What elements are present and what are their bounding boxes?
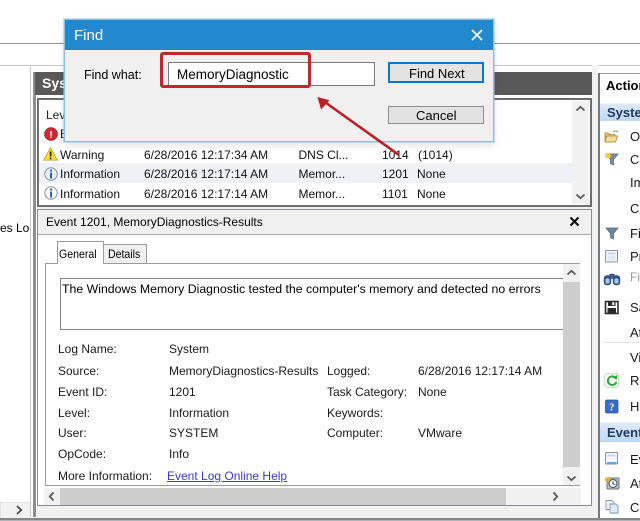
- svg-text:!: !: [49, 129, 53, 141]
- svg-text:?: ?: [609, 402, 614, 413]
